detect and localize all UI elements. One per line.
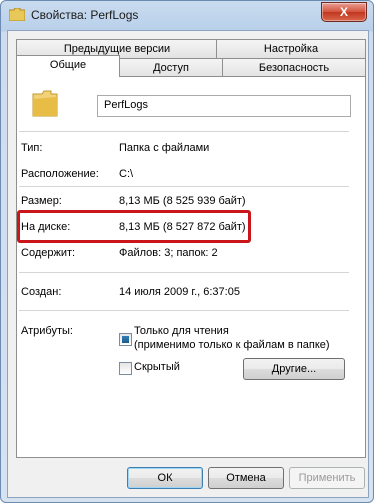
size-value: 8,13 МБ (8 525 939 байт) <box>119 195 246 207</box>
divider <box>19 310 349 311</box>
apply-button[interactable]: Применить <box>289 467 365 489</box>
tab-sharing[interactable]: Доступ <box>118 58 224 77</box>
folder-name-field[interactable]: PerfLogs <box>97 95 351 117</box>
folder-large-icon <box>32 90 58 117</box>
contains-label: Содержит: <box>21 247 76 259</box>
created-value: 14 июля 2009 г., 6:37:05 <box>119 286 240 298</box>
readonly-label-line1: Только для чтения <box>134 325 229 337</box>
cancel-button[interactable]: Отмена <box>208 467 284 489</box>
hidden-checkbox[interactable] <box>119 362 132 375</box>
tab-security[interactable]: Безопасность <box>222 58 366 77</box>
general-panel <box>16 76 366 458</box>
divider <box>19 186 349 187</box>
attributes-label: Атрибуты: <box>21 325 73 337</box>
close-button[interactable]: X <box>321 2 367 22</box>
folder-icon <box>9 8 25 21</box>
size-label: Размер: <box>21 195 62 207</box>
type-value: Папка с файлами <box>119 142 210 154</box>
divider <box>19 272 349 273</box>
type-label: Тип: <box>21 142 43 154</box>
contains-value: Файлов: 3; папок: 2 <box>119 247 218 259</box>
hidden-label: Скрытый <box>134 361 180 373</box>
folder-name-value: PerfLogs <box>104 99 149 111</box>
tab-general[interactable]: Общие <box>16 55 120 77</box>
ok-button[interactable]: ОК <box>127 467 203 489</box>
window-title: Свойства: PerfLogs <box>31 8 139 22</box>
location-value: C:\ <box>119 168 134 180</box>
tab-customize[interactable]: Настройка <box>216 39 366 58</box>
properties-dialog: Свойства: PerfLogs X Предыдущие версии Н… <box>0 0 374 503</box>
location-label: Расположение: <box>21 168 99 180</box>
readonly-label-line2: (применимо только к файлам в папке) <box>134 339 330 351</box>
divider <box>19 131 349 132</box>
ondisk-label: На диске: <box>21 221 71 233</box>
created-label: Создан: <box>21 286 62 298</box>
readonly-checkbox[interactable] <box>119 333 132 346</box>
ondisk-value: 8,13 МБ (8 527 872 байт) <box>119 221 246 233</box>
other-attributes-button[interactable]: Другие... <box>243 358 345 380</box>
title-bar[interactable]: Свойства: PerfLogs X <box>1 1 373 29</box>
